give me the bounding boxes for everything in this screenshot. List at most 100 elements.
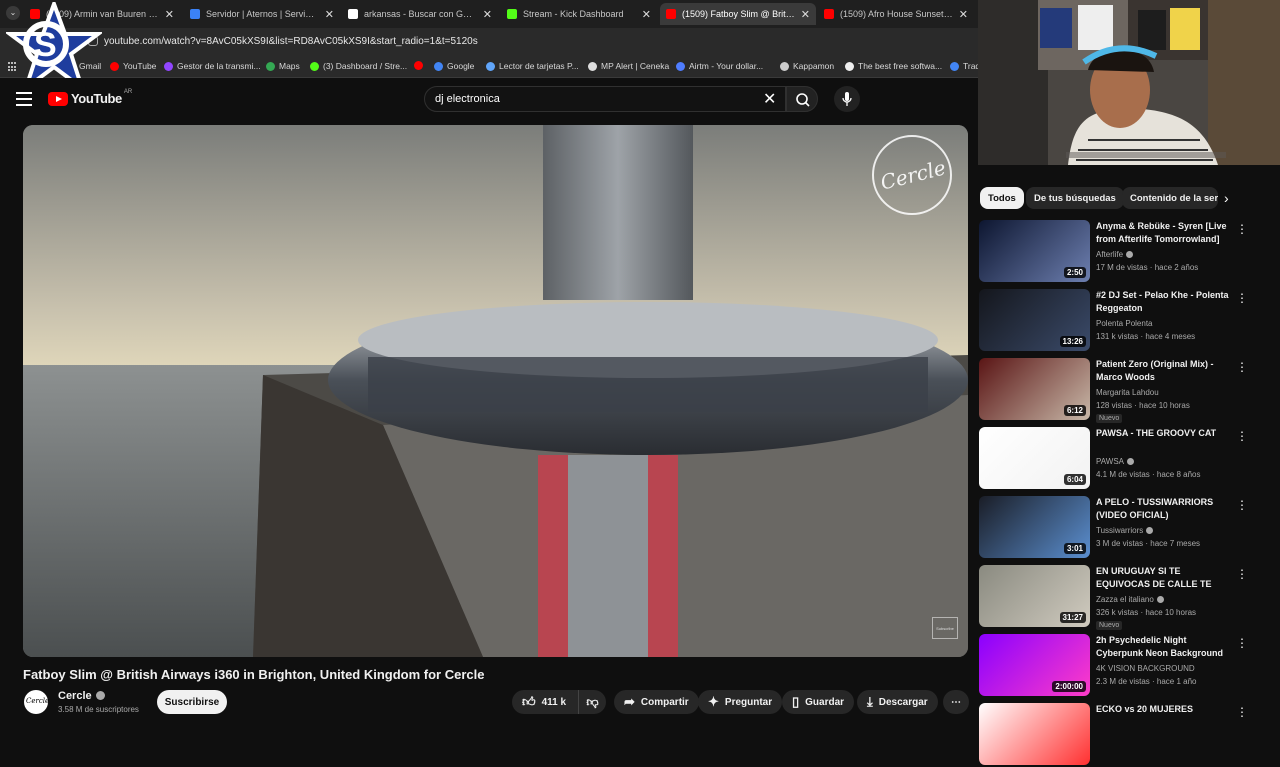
save-button[interactable]: ▯ Guardar: [782, 690, 855, 714]
video-duration: 13:26: [1059, 336, 1086, 347]
video-thumbnail[interactable]: 2:50: [979, 220, 1090, 282]
recommended-video-channel[interactable]: Polenta Polenta: [1096, 319, 1153, 328]
video-thumbnail[interactable]: 6:12: [979, 358, 1090, 420]
new-badge: Nuevo: [1096, 621, 1123, 630]
hamburger-menu-icon[interactable]: [16, 92, 32, 106]
video-thumbnail[interactable]: [979, 703, 1090, 765]
close-tab-icon[interactable]: ✕: [165, 8, 174, 21]
bookmark-item[interactable]: Gestor de la transmi...: [164, 61, 261, 71]
recommended-video-channel[interactable]: Margarita Lahdou: [1096, 388, 1159, 397]
search-query[interactable]: dj electronica: [435, 93, 500, 105]
browser-tab[interactable]: arkansas - Buscar con Google ✕: [342, 3, 498, 25]
thumbs-down-icon: 👎︎: [586, 694, 599, 709]
recommended-video[interactable]: ECKO vs 20 MUJERES ⋮: [978, 703, 1268, 767]
video-thumbnail[interactable]: 31:27: [979, 565, 1090, 627]
more-vertical-icon[interactable]: ⋮: [1236, 291, 1248, 305]
close-tab-icon[interactable]: ✕: [959, 8, 968, 21]
subscribe-button[interactable]: Suscribirse: [157, 690, 227, 714]
bookmark-item[interactable]: Lector de tarjetas P...: [486, 61, 579, 71]
video-thumbnail[interactable]: 6:04: [979, 427, 1090, 489]
chip-channel-content[interactable]: Contenido de la ser: [1122, 187, 1218, 209]
more-vertical-icon[interactable]: ⋮: [1236, 498, 1248, 512]
recommended-video-channel[interactable]: Afterlife: [1096, 250, 1134, 259]
browser-tab[interactable]: (1509) Afro House Sunset Mix 2024 ✕: [818, 3, 974, 25]
more-vertical-icon[interactable]: ⋮: [1236, 705, 1248, 719]
channel-avatar[interactable]: Cercle: [24, 690, 49, 714]
recommended-video-channel[interactable]: PAWSA: [1096, 457, 1135, 466]
bookmark-label: (3) Dashboard / Stre...: [323, 61, 408, 71]
bookmark-label: Airtm - Your dollar...: [689, 61, 764, 71]
search-button[interactable]: [786, 86, 818, 112]
address-bar[interactable]: youtube.com/watch?v=8AvC05kXS9I&list=RD8…: [0, 28, 978, 56]
browser-tab[interactable]: Stream - Kick Dashboard ✕: [501, 3, 657, 25]
voice-search-button[interactable]: [834, 86, 860, 112]
bookmark-item[interactable]: Airtm - Your dollar...: [676, 61, 763, 71]
video-player[interactable]: Cercle Subscribe: [23, 125, 968, 657]
recommended-video[interactable]: 6:12 Patient Zero (Original Mix) - Marco …: [978, 358, 1268, 423]
recommended-video-title[interactable]: A PELO - TUSSIWARRIORS (VIDEO OFICIAL): [1096, 496, 1234, 522]
bookmark-favicon-icon: [780, 61, 789, 71]
recommended-video-title[interactable]: EN URUGUAY SI TE EQUIVOCAS DE CALLE TE M…: [1096, 565, 1234, 591]
bookmark-item[interactable]: Trad: [950, 61, 980, 71]
video-thumbnail[interactable]: 2:00:00: [979, 634, 1090, 696]
recommended-video-title[interactable]: PAWSA - THE GROOVY CAT: [1096, 427, 1234, 440]
recommended-video-title[interactable]: 2h Psychedelic Night Cyberpunk Neon Back…: [1096, 634, 1234, 660]
bookmark-item[interactable]: The best free softwa...: [845, 61, 942, 71]
dislike-button[interactable]: 👎︎: [578, 690, 606, 714]
recommended-video[interactable]: 31:27 EN URUGUAY SI TE EQUIVOCAS DE CALLE…: [978, 565, 1268, 630]
more-vertical-icon[interactable]: ⋮: [1236, 429, 1248, 443]
close-tab-icon[interactable]: ✕: [325, 8, 334, 21]
recommended-video[interactable]: 13:26 #2 DJ Set - Pelao Khe - Polenta Reg…: [978, 289, 1268, 353]
recommended-video[interactable]: 2:50 Anyma & Rebüke - Syren [Live from Af…: [978, 220, 1268, 284]
close-tab-icon[interactable]: ✕: [642, 8, 651, 21]
recommended-video-channel[interactable]: 4K VISION BACKGROUND: [1096, 664, 1195, 673]
bookmark-item[interactable]: MP Alert | Ceneka: [588, 61, 669, 71]
clear-search-icon[interactable]: ✕: [763, 89, 776, 109]
bookmark-favicon-icon: [486, 61, 495, 71]
bookmark-favicon-icon: [266, 61, 275, 71]
channel-name[interactable]: Cercle: [58, 690, 105, 702]
browser-tab[interactable]: Servidor | Aternos | Servidor de Minecra…: [184, 3, 340, 25]
search-input[interactable]: dj electronica ✕: [424, 86, 786, 112]
video-thumbnail[interactable]: 3:01: [979, 496, 1090, 558]
close-tab-icon[interactable]: ✕: [801, 8, 810, 21]
bookmark-item[interactable]: [414, 61, 427, 70]
subscribe-watermark[interactable]: Subscribe: [932, 617, 958, 639]
youtube-logo[interactable]: YouTube AR: [48, 89, 132, 106]
bookmark-item[interactable]: YouTube: [110, 61, 156, 71]
chevron-right-icon[interactable]: ›: [1224, 190, 1229, 206]
url-text[interactable]: youtube.com/watch?v=8AvC05kXS9I&list=RD8…: [104, 36, 478, 47]
more-vertical-icon[interactable]: ⋮: [1236, 360, 1248, 374]
recommended-video-title[interactable]: ECKO vs 20 MUJERES: [1096, 703, 1234, 716]
bookmark-label: Google: [447, 61, 475, 71]
subscriber-count: 3.58 M de suscriptores: [58, 705, 139, 714]
ask-button[interactable]: ✦ Preguntar: [698, 690, 783, 714]
recommended-video-channel[interactable]: Zazza el italiano: [1096, 595, 1164, 604]
bookmark-item[interactable]: Google: [434, 61, 474, 71]
bookmark-favicon-icon: [845, 61, 854, 71]
more-vertical-icon[interactable]: ⋮: [1236, 222, 1248, 236]
chip-all[interactable]: Todos: [980, 187, 1024, 209]
recommended-video[interactable]: 2:00:00 2h Psychedelic Night Cyberpunk Ne…: [978, 634, 1268, 698]
download-button[interactable]: ⤓ Descargar: [857, 690, 938, 714]
browser-tab[interactable]: (1509) Fatboy Slim @ British Airways ✕: [660, 3, 816, 25]
video-duration: 2:50: [1063, 267, 1086, 278]
recommended-video-title[interactable]: Patient Zero (Original Mix) - Marco Wood…: [1096, 358, 1234, 384]
bookmark-item[interactable]: (3) Dashboard / Stre...: [310, 61, 407, 71]
more-actions-button[interactable]: ⋯: [943, 690, 969, 714]
chip-from-your-searches[interactable]: De tus búsquedas: [1026, 187, 1124, 209]
like-button[interactable]: 👍︎ 411 k: [512, 690, 578, 714]
bookmark-item[interactable]: Maps: [266, 61, 300, 71]
recommended-video[interactable]: 3:01 A PELO - TUSSIWARRIORS (VIDEO OFICIA…: [978, 496, 1268, 560]
more-vertical-icon[interactable]: ⋮: [1236, 636, 1248, 650]
verified-icon: [1127, 458, 1135, 465]
recommended-video[interactable]: 6:04 PAWSA - THE GROOVY CAT PAWSA 4.1 M de …: [978, 427, 1268, 491]
share-button[interactable]: ➦ Compartir: [614, 690, 699, 714]
close-tab-icon[interactable]: ✕: [483, 8, 492, 21]
bookmark-item[interactable]: Kappamon: [780, 61, 834, 71]
recommended-video-title[interactable]: #2 DJ Set - Pelao Khe - Polenta Reggeato…: [1096, 289, 1234, 315]
recommended-video-title[interactable]: Anyma & Rebüke - Syren [Live from Afterl…: [1096, 220, 1234, 246]
more-vertical-icon[interactable]: ⋮: [1236, 567, 1248, 581]
recommended-video-channel[interactable]: Tussiwarriors: [1096, 526, 1154, 535]
video-thumbnail[interactable]: 13:26: [979, 289, 1090, 351]
